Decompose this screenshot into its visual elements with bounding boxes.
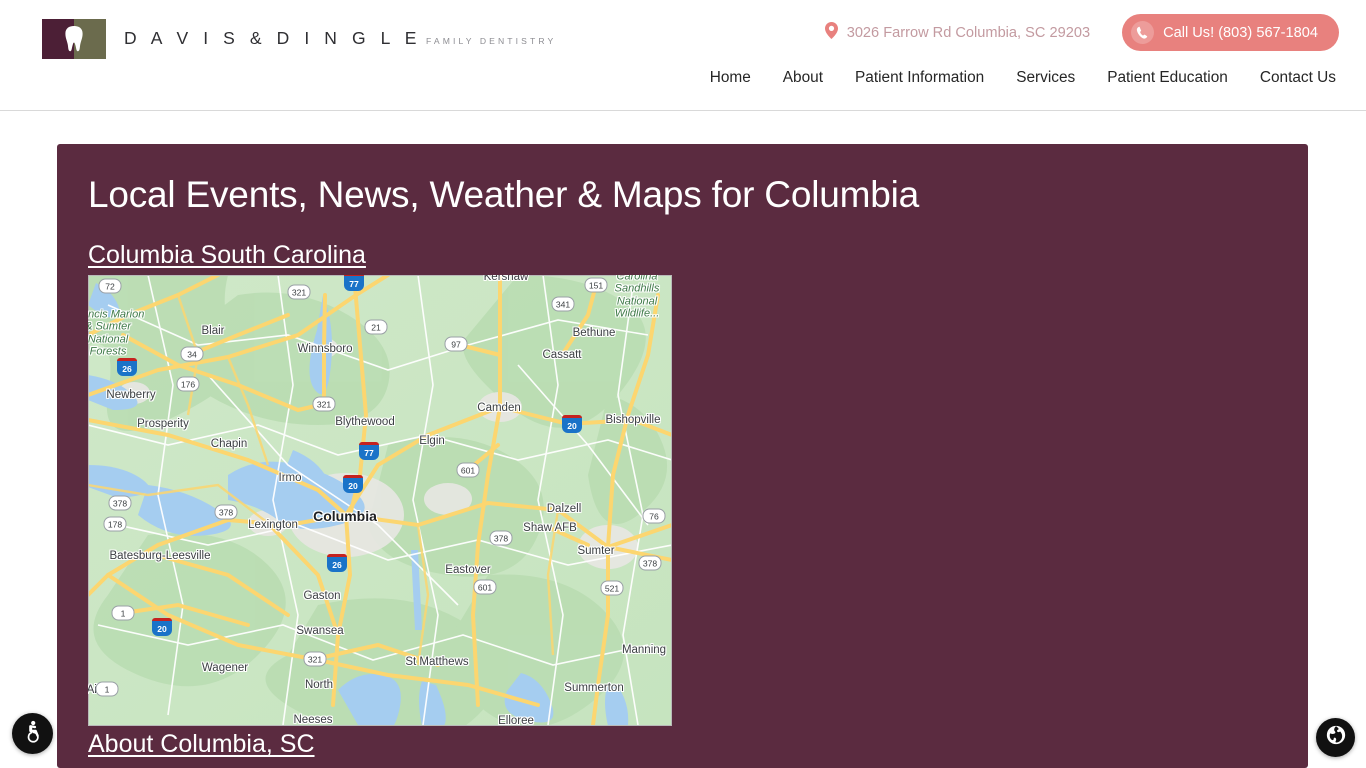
logo-name: D A V I S & D I N G L E: [124, 27, 422, 48]
logo-tagline: FAMILY DENTISTRY: [426, 35, 557, 46]
phone-icon: [1131, 21, 1155, 44]
page-title: Local Events, News, Weather & Maps for C…: [88, 174, 919, 215]
nav-item-home[interactable]: Home: [710, 70, 751, 86]
call-us-label: Call Us! (803) 567-1804: [1163, 24, 1318, 41]
nav-item-patient-education[interactable]: Patient Education: [1107, 70, 1228, 86]
header-contact-group: 3026 Farrow Rd Columbia, SC 29203 Call U…: [824, 14, 1339, 51]
nav-item-patient-information[interactable]: Patient Information: [855, 70, 984, 86]
link-columbia-south-carolina[interactable]: Columbia South Carolina: [88, 241, 366, 270]
nav-item-services[interactable]: Services: [1016, 70, 1075, 86]
wheelchair-accessibility-icon: [21, 719, 45, 748]
tooth-logo-icon: [42, 19, 106, 59]
local-info-panel: Local Events, News, Weather & Maps for C…: [57, 144, 1308, 768]
nav-item-contact-us[interactable]: Contact Us: [1260, 70, 1336, 86]
main-navigation: Home About Patient Information Services …: [710, 70, 1336, 86]
language-globe-widget-button[interactable]: [1316, 718, 1355, 757]
site-header: D A V I S & D I N G L E FAMILY DENTISTRY…: [0, 0, 1366, 111]
map-pin-icon: [824, 22, 838, 43]
link-about-columbia-sc[interactable]: About Columbia, SC: [88, 730, 315, 759]
practice-address[interactable]: 3026 Farrow Rd Columbia, SC 29203: [824, 22, 1091, 43]
columbia-map-embed[interactable]: Columbia Blair Winnsboro Bethune Cassatt Newb…: [88, 275, 672, 726]
globe-icon: [1325, 724, 1347, 751]
map-base-graphic: [88, 275, 672, 726]
call-us-button[interactable]: Call Us! (803) 567-1804: [1122, 14, 1339, 51]
site-logo[interactable]: D A V I S & D I N G L E FAMILY DENTISTRY: [42, 19, 556, 59]
accessibility-widget-button[interactable]: [12, 713, 53, 754]
nav-item-about[interactable]: About: [783, 70, 823, 86]
practice-address-text: 3026 Farrow Rd Columbia, SC 29203: [846, 24, 1091, 41]
